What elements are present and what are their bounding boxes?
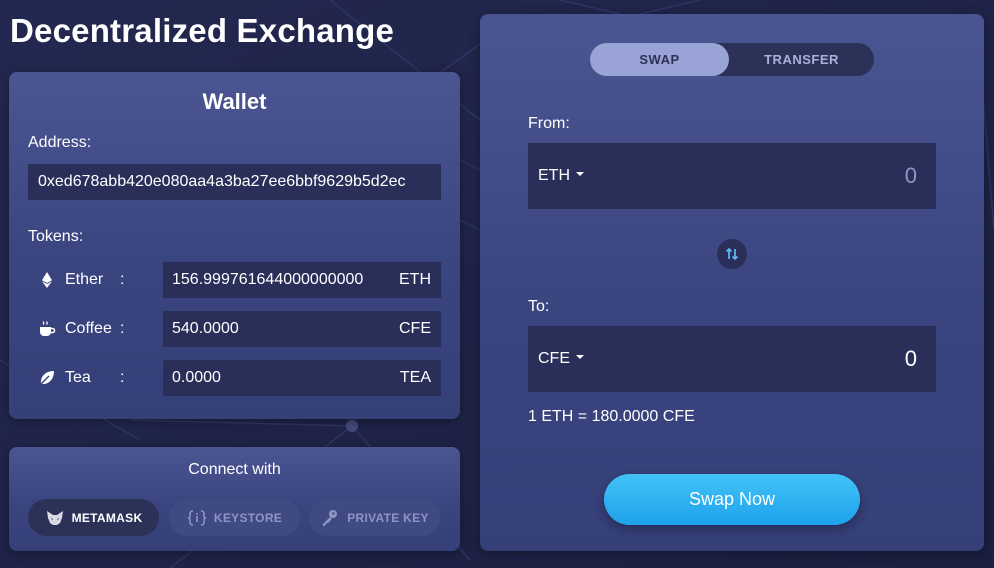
swap-now-button[interactable]: Swap Now (604, 474, 860, 525)
token-balance-field: 156.999761644000000000 ETH (163, 262, 441, 298)
tokens-label: Tokens: (28, 228, 84, 245)
token-name: Coffee (65, 320, 112, 337)
wallet-panel: Wallet Address: 0xed678abb420e080aa4a3ba… (9, 72, 460, 419)
private-key-label: PRIVATE KEY (347, 510, 429, 525)
keystore-braces-icon (187, 509, 206, 526)
chevron-down-icon (576, 171, 584, 176)
token-row-ether: Ether : 156.999761644000000000 ETH (28, 262, 441, 298)
switch-direction-button[interactable] (717, 239, 747, 269)
swap-arrows-icon (725, 247, 739, 261)
token-row-coffee: Coffee : 540.0000 CFE (28, 311, 441, 347)
token-symbol: ETH (399, 271, 431, 288)
token-balance: 156.999761644000000000 (172, 271, 364, 288)
to-token-symbol: CFE (538, 350, 570, 367)
from-token-select[interactable]: ETH (538, 143, 584, 209)
metamask-fox-icon (46, 510, 63, 525)
exchange-rate: 1 ETH = 180.0000 CFE (528, 408, 695, 425)
token-balance: 540.0000 (172, 320, 239, 337)
tab-swap[interactable]: SWAP (590, 43, 729, 76)
tea-leaf-icon (40, 371, 54, 385)
from-label: From: (528, 115, 570, 132)
token-balance-field: 540.0000 CFE (163, 311, 441, 347)
to-amount-box: CFE (528, 326, 936, 392)
swap-panel: SWAP TRANSFER From: ETH To: CFE 1 ETH = … (480, 14, 984, 551)
wallet-title: Wallet (202, 89, 267, 114)
tab-transfer[interactable]: TRANSFER (729, 43, 874, 76)
chevron-down-icon (576, 354, 584, 359)
keystore-label: KEYSTORE (213, 510, 283, 525)
coffee-cup-icon (40, 321, 56, 336)
connect-title: Connect with (188, 461, 281, 478)
token-name: Ether (65, 271, 104, 288)
app-title: Decentralized Exchange (10, 12, 395, 49)
to-label: To: (528, 298, 550, 315)
token-colon: : (120, 320, 125, 337)
to-amount-input[interactable] (716, 326, 936, 392)
token-symbol: TEA (399, 369, 431, 386)
token-row-tea: Tea : 0.0000 TEA (28, 360, 441, 396)
address-field[interactable]: 0xed678abb420e080aa4a3ba27ee6bbf9629b5d2… (28, 164, 441, 200)
token-balance-field: 0.0000 TEA (163, 360, 441, 396)
token-balance: 0.0000 (172, 369, 221, 386)
token-name: Tea (65, 369, 91, 386)
to-token-select[interactable]: CFE (538, 326, 584, 392)
from-amount-input[interactable] (716, 143, 936, 209)
token-symbol: CFE (399, 320, 431, 337)
keystore-button[interactable]: KEYSTORE (169, 499, 300, 536)
address-label: Address: (28, 134, 92, 151)
key-icon (323, 509, 338, 526)
from-amount-box: ETH (528, 143, 936, 209)
swap-transfer-toggle: SWAP TRANSFER (590, 43, 874, 76)
connect-panel: Connect with METAMASK KEYSTORE PRIVATE K… (9, 447, 460, 551)
ethereum-icon (42, 272, 52, 288)
token-colon: : (120, 271, 125, 288)
metamask-button[interactable]: METAMASK (28, 499, 159, 536)
token-colon: : (120, 369, 125, 386)
private-key-button[interactable]: PRIVATE KEY (309, 499, 440, 536)
from-token-symbol: ETH (538, 167, 570, 184)
metamask-label: METAMASK (71, 510, 143, 525)
